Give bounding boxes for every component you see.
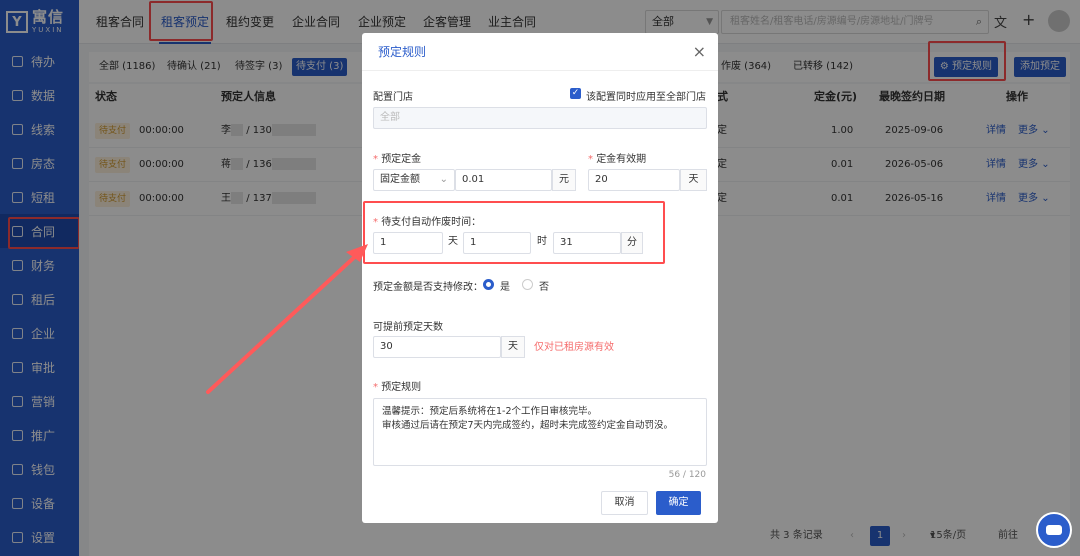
radio-yes[interactable]	[483, 279, 494, 290]
validity-label: 定金有效期	[596, 154, 647, 165]
rules-textarea[interactable]: 温馨提示：预定后系统将在1-2个工作日审核完毕。 审核通过后请在预定7天内完成签…	[373, 398, 707, 466]
advance-unit: 天	[501, 336, 525, 358]
char-counter: 56 / 120	[668, 470, 706, 480]
store-label: 配置门店	[373, 92, 413, 103]
deposit-type-select[interactable]: 固定金额 ⌄	[373, 169, 455, 191]
validity-input[interactable]: 20	[588, 169, 680, 191]
advance-note: 仅对已租房源有效	[534, 342, 614, 353]
dialog-title: 预定规则	[378, 45, 427, 59]
reservation-rules-dialog: 预定规则 × 配置门店 ✓ 该配置同时应用至全部门店 全部 * 预定定金 * 定…	[362, 33, 718, 523]
deposit-unit: 元	[552, 169, 576, 191]
chevron-down-icon: ⌄	[439, 174, 448, 185]
advance-label: 可提前预定天数	[373, 322, 443, 333]
cancel-button[interactable]: 取消	[601, 491, 648, 515]
deposit-amount-input[interactable]: 0.01	[455, 169, 552, 191]
apply-all-label: 该配置同时应用至全部门店	[586, 92, 706, 103]
validity-unit: 天	[680, 169, 707, 191]
radio-no[interactable]	[522, 279, 533, 290]
apply-all-checkbox[interactable]: ✓	[570, 88, 581, 99]
radio-no-label: 否	[539, 282, 549, 293]
radio-yes-label: 是	[500, 282, 510, 293]
store-field: 全部	[373, 107, 707, 129]
confirm-button[interactable]: 确定	[656, 491, 701, 515]
close-icon[interactable]: ×	[693, 33, 706, 71]
rules-label: 预定规则	[381, 382, 422, 393]
modify-label: 预定金额是否支持修改：	[373, 282, 483, 293]
deposit-label: 预定定金	[381, 154, 422, 165]
highlight-auto-void-box	[363, 201, 665, 264]
advance-days-input[interactable]: 30	[373, 336, 501, 358]
chatbot-icon[interactable]	[1036, 512, 1072, 548]
